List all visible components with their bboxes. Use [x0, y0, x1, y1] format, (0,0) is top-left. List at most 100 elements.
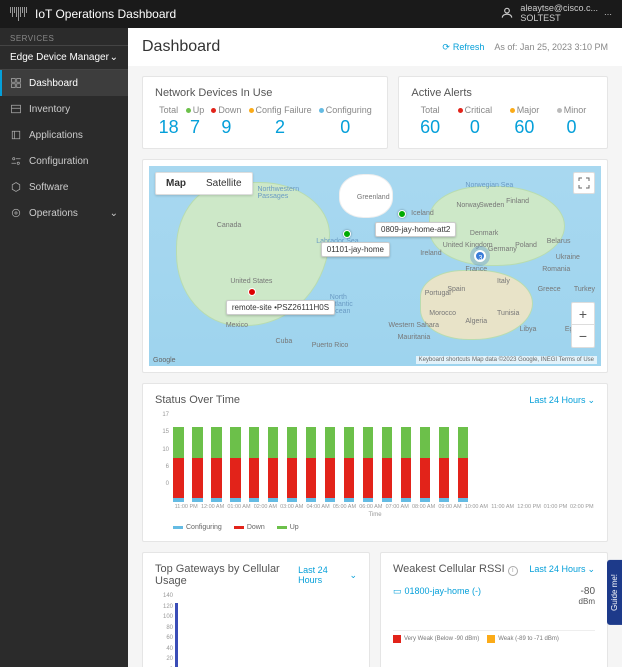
stat-value: 60 — [510, 117, 540, 138]
sidebar-item-software[interactable]: Software — [0, 174, 128, 200]
stat-value: 0 — [319, 117, 372, 138]
marker-label[interactable]: 0809-jay-home-att2 — [375, 222, 456, 237]
stat-value: 0 — [557, 117, 587, 138]
map-marker[interactable] — [248, 288, 256, 296]
status-bar[interactable] — [325, 427, 336, 502]
network-devices-card: Network Devices In Use Total18 Up7 Down9 Co… — [142, 76, 388, 149]
chevron-down-icon: ⌄ — [110, 52, 118, 63]
cisco-logo-icon — [10, 7, 27, 21]
stat-major[interactable]: Major60 — [510, 105, 540, 138]
stat-configuring[interactable]: Configuring0 — [319, 105, 372, 138]
time-range-selector[interactable]: Last 24 Hours ⌄ — [529, 395, 595, 406]
chevron-down-icon: ⌄ — [110, 208, 118, 219]
map-tab-satellite[interactable]: Satellite — [196, 173, 252, 194]
status-bar[interactable] — [439, 427, 450, 502]
marker-label[interactable]: 01101-jay-home — [321, 242, 390, 257]
stat-config-failure[interactable]: Config Failure2 — [249, 105, 312, 138]
main-content: Dashboard ⟳ Refresh As of: Jan 25, 2023 … — [128, 28, 622, 667]
stat-total[interactable]: Total18 — [159, 105, 179, 138]
rssi-unit: dBm — [579, 597, 595, 606]
weakest-rssi-card: Weakest Cellular RSSI i Last 24 Hours ⌄ … — [380, 552, 608, 667]
sidebar-item-operations[interactable]: Operations ⌄ — [0, 200, 128, 226]
gateway-bar[interactable] — [175, 603, 178, 667]
info-icon[interactable]: i — [508, 566, 518, 576]
rssi-device-link[interactable]: ▭ 01800-jay-home (-) — [393, 586, 481, 597]
inventory-icon — [10, 103, 22, 115]
status-bar[interactable] — [382, 427, 393, 502]
status-bar[interactable] — [401, 427, 412, 502]
guide-me-tab[interactable]: Guide me! — [607, 560, 622, 625]
zoom-out-button[interactable]: − — [572, 325, 594, 347]
stat-up[interactable]: Up7 — [186, 105, 205, 138]
pin-icon: 3 — [474, 250, 486, 262]
time-range-selector[interactable]: Last 24 Hours ⌄ — [529, 564, 595, 575]
legend-item: Weak (-89 to -71 dBm) — [487, 635, 559, 643]
map-marker[interactable] — [398, 210, 406, 218]
user-menu[interactable]: aleaytse@cisco.c... SOLTEST ⋯ — [500, 4, 612, 24]
sidebar-item-label: Dashboard — [29, 78, 78, 89]
sidebar-item-inventory[interactable]: Inventory — [0, 96, 128, 122]
status-bar[interactable] — [287, 427, 298, 502]
map-canvas[interactable]: Canada United States Mexico Greenland Ic… — [149, 166, 601, 366]
legend-item: Configuring — [173, 524, 222, 531]
rssi-value: -80 — [579, 586, 595, 597]
map-card: Map Satellite + − Canada United States M… — [142, 159, 608, 373]
legend-item: Down — [234, 524, 265, 531]
tenant-name: SOLTEST — [520, 14, 598, 24]
refresh-button[interactable]: ⟳ Refresh — [442, 42, 484, 53]
status-bar[interactable] — [363, 427, 374, 502]
fullscreen-icon — [578, 177, 590, 189]
stat-critical[interactable]: Critical0 — [458, 105, 493, 138]
card-title: Network Devices In Use — [155, 87, 375, 99]
chevron-down-icon: ⌄ — [587, 564, 595, 575]
map-marker[interactable]: 3 — [474, 250, 486, 262]
status-bar[interactable] — [249, 427, 260, 502]
applications-icon — [10, 129, 22, 141]
status-bar[interactable] — [306, 427, 317, 502]
stat-down[interactable]: Down9 — [211, 105, 241, 138]
topbar: IoT Operations Dashboard aleaytse@cisco.… — [0, 0, 622, 28]
pin-icon — [398, 210, 406, 218]
card-title: Active Alerts — [411, 87, 595, 99]
zoom-in-button[interactable]: + — [572, 303, 594, 325]
map-google-logo: Google — [153, 357, 176, 364]
sidebar-item-dashboard[interactable]: Dashboard — [0, 70, 128, 96]
status-bar[interactable] — [211, 427, 222, 502]
configuration-icon — [10, 155, 22, 167]
stat-value: 0 — [458, 117, 493, 138]
pin-icon — [343, 230, 351, 238]
stat-value: 7 — [186, 117, 205, 138]
sidebar-item-applications[interactable]: Applications — [0, 122, 128, 148]
stat-value: 18 — [159, 117, 179, 138]
sidebar-item-configuration[interactable]: Configuration — [0, 148, 128, 174]
time-range-selector[interactable]: Last 24 Hours ⌄ — [298, 565, 357, 585]
services-label: SERVICES — [0, 28, 128, 45]
service-selector[interactable]: Edge Device Manager ⌄ — [0, 45, 128, 70]
stat-total[interactable]: Total60 — [420, 105, 440, 138]
map-tab-map[interactable]: Map — [156, 173, 196, 194]
sidebar-item-label: Configuration — [29, 156, 88, 167]
stat-minor[interactable]: Minor0 — [557, 105, 587, 138]
chevron-down-icon: ⌄ — [587, 395, 595, 406]
status-bar[interactable] — [230, 427, 241, 502]
marker-label[interactable]: remote-site •PSZ26111H0S — [226, 300, 335, 315]
fullscreen-button[interactable] — [573, 172, 595, 194]
service-selector-label: Edge Device Manager — [10, 52, 109, 63]
status-bar[interactable] — [458, 427, 469, 502]
status-bar[interactable] — [268, 427, 279, 502]
stat-value: 60 — [420, 117, 440, 138]
status-bar[interactable] — [344, 427, 355, 502]
dashboard-icon — [10, 77, 22, 89]
sidebar: SERVICES Edge Device Manager ⌄ Dashboard… — [0, 28, 128, 667]
status-bar[interactable] — [420, 427, 431, 502]
status-bar[interactable] — [192, 427, 203, 502]
chart-title: Weakest Cellular RSSI i — [393, 563, 518, 576]
sidebar-item-label: Operations — [29, 208, 78, 219]
status-bar[interactable] — [173, 427, 184, 502]
page-title: Dashboard — [142, 38, 220, 56]
map-marker[interactable] — [343, 230, 351, 238]
pin-icon — [248, 288, 256, 296]
page-header: Dashboard ⟳ Refresh As of: Jan 25, 2023 … — [128, 28, 622, 66]
product-title: IoT Operations Dashboard — [35, 7, 176, 21]
legend-item: Very Weak (Below -90 dBm) — [393, 635, 479, 643]
